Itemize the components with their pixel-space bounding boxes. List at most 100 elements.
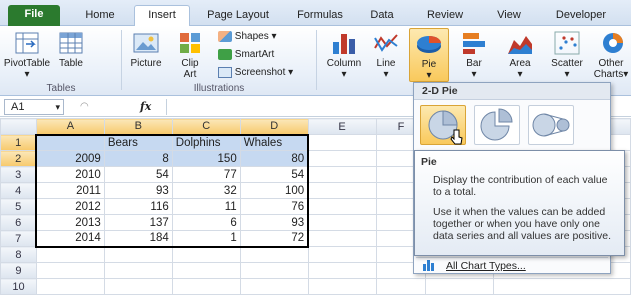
row-header[interactable]: 2 <box>0 150 37 167</box>
cell[interactable] <box>425 278 495 295</box>
cell[interactable] <box>35 246 105 263</box>
cell[interactable]: 184 <box>103 230 173 248</box>
row-header[interactable]: 10 <box>0 278 37 295</box>
pivottable-button[interactable]: PivotTable ▾ <box>2 28 52 82</box>
cell[interactable] <box>103 246 173 263</box>
tab-file[interactable]: File <box>8 5 60 26</box>
cell[interactable] <box>103 262 173 279</box>
area-chart-button[interactable]: Area ▾ <box>500 28 540 82</box>
row-header[interactable]: 5 <box>0 198 37 215</box>
column-header[interactable]: C <box>171 118 241 135</box>
bar-chart-button[interactable]: Bar ▾ <box>456 28 492 82</box>
tab-insert[interactable]: Insert <box>134 5 190 26</box>
name-box[interactable]: A1 ▾ <box>4 99 64 115</box>
cell[interactable]: 76 <box>239 198 310 215</box>
tab-page-layout[interactable]: Page Layout <box>198 6 278 26</box>
cell[interactable] <box>35 133 105 151</box>
other-charts-button[interactable]: Other Charts▾ <box>592 28 630 82</box>
tab-developer[interactable]: Developer <box>546 6 616 26</box>
cell[interactable] <box>35 278 105 295</box>
cell[interactable]: 72 <box>239 230 310 248</box>
cell[interactable] <box>307 214 377 231</box>
table-button[interactable]: Table <box>52 28 90 82</box>
line-chart-button[interactable]: Line ▾ <box>368 28 404 82</box>
cell[interactable] <box>307 182 377 199</box>
row-header[interactable]: 9 <box>0 262 37 279</box>
formula-bar-resize-icon[interactable]: ◠ <box>80 99 92 115</box>
column-header[interactable]: B <box>103 118 173 135</box>
cell[interactable] <box>239 278 309 295</box>
tab-review[interactable]: Review <box>418 6 472 26</box>
row-header[interactable]: 8 <box>0 246 37 263</box>
tab-data[interactable]: Data <box>360 6 404 26</box>
cell[interactable]: 77 <box>171 166 241 183</box>
cell[interactable]: 2011 <box>35 182 105 199</box>
cell[interactable]: 100 <box>239 182 310 199</box>
cell[interactable]: Dolphins <box>171 133 241 151</box>
column-header[interactable]: E <box>307 118 377 135</box>
row-header[interactable]: 7 <box>0 230 37 247</box>
cell[interactable] <box>307 166 377 183</box>
row-header[interactable]: 4 <box>0 182 37 199</box>
cell[interactable] <box>307 230 377 247</box>
cell[interactable]: Bears <box>103 133 173 151</box>
cell[interactable] <box>307 198 377 215</box>
insert-function-icon[interactable]: fx <box>140 99 160 115</box>
screenshot-button[interactable]: Screenshot ▾ <box>218 66 293 80</box>
cell[interactable]: 32 <box>171 182 241 199</box>
row-header[interactable]: 6 <box>0 214 37 231</box>
cell[interactable]: 116 <box>103 198 173 215</box>
cell[interactable] <box>239 262 309 279</box>
cell[interactable]: 80 <box>239 150 310 167</box>
picture-button[interactable]: Picture <box>124 28 168 82</box>
scatter-chart-button[interactable]: Scatter ▾ <box>544 28 590 82</box>
cell[interactable] <box>493 278 631 295</box>
row-header[interactable]: 3 <box>0 166 37 183</box>
cell[interactable]: 2009 <box>35 150 105 167</box>
all-chart-types-link[interactable]: All Chart Types... <box>416 257 608 273</box>
cell[interactable] <box>307 278 377 295</box>
cell[interactable] <box>375 278 427 295</box>
tab-home[interactable]: Home <box>74 6 126 26</box>
cell[interactable]: 2013 <box>35 214 105 231</box>
cell[interactable]: 54 <box>103 166 173 183</box>
formula-input[interactable] <box>166 99 412 115</box>
cell[interactable]: 1 <box>171 230 241 248</box>
shapes-button[interactable]: Shapes ▾ <box>218 30 277 44</box>
column-header[interactable]: A <box>35 118 105 135</box>
cell[interactable] <box>171 246 241 263</box>
cell[interactable] <box>171 278 241 295</box>
tab-view[interactable]: View <box>486 6 532 26</box>
cell[interactable]: 2014 <box>35 230 105 248</box>
cell[interactable]: 8 <box>103 150 173 167</box>
column-chart-button[interactable]: Column ▾ <box>322 28 366 82</box>
cell[interactable] <box>103 278 173 295</box>
clip-art-button[interactable]: Clip Art <box>172 28 208 82</box>
row-header[interactable]: 1 <box>0 134 37 151</box>
cell[interactable]: 11 <box>171 198 241 215</box>
pie-of-pie-option[interactable] <box>528 105 574 145</box>
cell[interactable] <box>307 262 377 279</box>
cell[interactable]: 2010 <box>35 166 105 183</box>
cell[interactable] <box>239 246 309 263</box>
pie-chart-button[interactable]: Pie ▾ <box>409 28 449 82</box>
smartart-button[interactable]: SmartArt <box>218 48 274 62</box>
cell[interactable]: 2012 <box>35 198 105 215</box>
exploded-pie-option[interactable] <box>474 105 520 145</box>
cell[interactable]: 93 <box>103 182 173 199</box>
select-all-corner[interactable] <box>0 118 37 135</box>
cell[interactable]: Whales <box>239 133 310 151</box>
cell[interactable]: 93 <box>239 214 310 231</box>
cell[interactable]: 137 <box>103 214 173 231</box>
tab-formulas[interactable]: Formulas <box>290 6 350 26</box>
cell[interactable]: 54 <box>239 166 310 183</box>
cell[interactable] <box>171 262 241 279</box>
cell[interactable] <box>307 246 377 263</box>
cell[interactable] <box>35 262 105 279</box>
cell[interactable] <box>307 150 377 167</box>
cell[interactable]: 6 <box>171 214 241 231</box>
cell[interactable]: 150 <box>171 150 241 167</box>
cell[interactable] <box>307 134 377 151</box>
name-box-dropdown-icon[interactable]: ▾ <box>55 100 60 114</box>
column-header[interactable]: D <box>239 118 309 135</box>
